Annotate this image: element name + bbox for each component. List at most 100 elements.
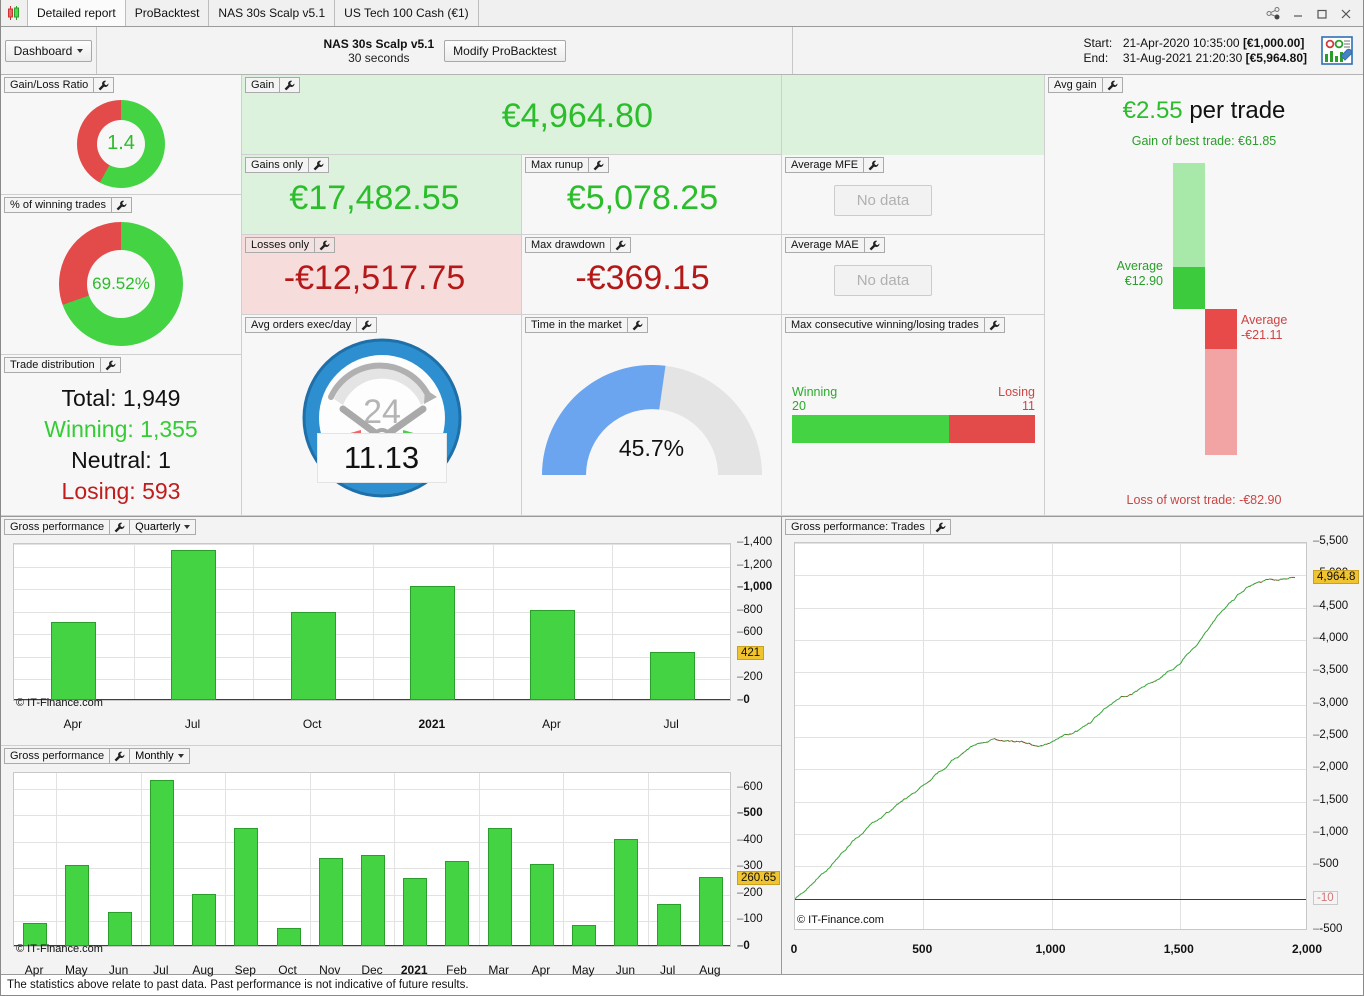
y-axis-tick: –4,000 bbox=[1313, 632, 1349, 644]
y-axis-tick: –200 bbox=[737, 886, 763, 899]
x-axis-tick: Feb bbox=[446, 963, 467, 977]
tab-bar[interactable]: Detailed report ProBacktest NAS 30s Scal… bbox=[27, 0, 479, 26]
panel-title-label: Time in the market bbox=[531, 319, 622, 331]
average-loss-label-group: Average -€21.11 bbox=[1241, 313, 1287, 343]
wrench-icon[interactable] bbox=[626, 318, 647, 332]
panel-trades-chart: Gross performance: Trades –-500–0–500–1,… bbox=[782, 517, 1363, 974]
wrench-icon[interactable] bbox=[587, 158, 608, 172]
time-in-market-value: 45.7% bbox=[618, 435, 685, 461]
modify-probacktest-button[interactable]: Modify ProBacktest bbox=[444, 39, 566, 62]
tab-us-tech-100-cash[interactable]: US Tech 100 Cash (€1) bbox=[334, 0, 479, 26]
average-loss-label: Average bbox=[1241, 313, 1288, 327]
wrench-icon[interactable] bbox=[93, 78, 113, 92]
wrench-icon[interactable] bbox=[1101, 78, 1122, 92]
quarterly-period-dropdown[interactable]: Quarterly bbox=[129, 520, 195, 534]
grid-line bbox=[479, 773, 480, 946]
avg-gain-headline-value: €2.55 bbox=[1122, 97, 1183, 124]
wrench-icon[interactable] bbox=[356, 318, 376, 332]
charts-area: Gross performance Quarterly –0 –200 –400 –6… bbox=[1, 516, 1363, 977]
neutral-label: Neutral: bbox=[71, 447, 152, 473]
gain-bar-column bbox=[1173, 163, 1205, 309]
losing-value: 11 bbox=[1022, 399, 1035, 413]
strategy-timeframe: 30 seconds bbox=[348, 50, 410, 65]
maximize-button[interactable] bbox=[1314, 6, 1329, 21]
panel-avg-orders: Avg orders exec/day 24 11.13 bbox=[242, 315, 522, 516]
x-axis-tick: Apr bbox=[63, 717, 83, 731]
wrench-icon[interactable] bbox=[983, 318, 1004, 332]
x-axis-tick: Sep bbox=[234, 963, 256, 977]
panel-title-label: Max drawdown bbox=[531, 239, 605, 251]
y-axis-tick: –0 bbox=[737, 940, 750, 952]
row-orders-timeinmarket: Avg orders exec/day 24 11.13 Time in the… bbox=[242, 315, 781, 516]
share-icon[interactable] bbox=[1266, 6, 1281, 21]
panel-average-mae: Average MAE No data bbox=[782, 235, 1044, 315]
loss-bar-column bbox=[1205, 309, 1237, 455]
winning-bar bbox=[792, 415, 949, 443]
wrench-icon[interactable] bbox=[99, 358, 120, 372]
monthly-period-label: Monthly bbox=[135, 750, 174, 762]
y-axis-tick: –500 bbox=[737, 807, 763, 820]
wrench-icon[interactable] bbox=[929, 520, 950, 534]
wrench-icon[interactable] bbox=[307, 158, 328, 172]
gain-bar-upper bbox=[1173, 163, 1205, 267]
y-axis-tick: –1,400 bbox=[737, 536, 773, 548]
monthly-copyright: © IT-Finance.com bbox=[16, 943, 103, 955]
chart-bar bbox=[277, 928, 301, 946]
grid-line bbox=[134, 544, 135, 700]
panel-title-label: Avg gain bbox=[1054, 79, 1097, 91]
winning-block: Winning 20 bbox=[792, 385, 837, 413]
average-gain-label: Average bbox=[1116, 259, 1163, 273]
minimize-button[interactable] bbox=[1290, 6, 1305, 21]
wrench-icon[interactable] bbox=[609, 238, 630, 252]
tab-probacktest[interactable]: ProBacktest bbox=[124, 0, 209, 26]
y-axis-tick: –5,500 bbox=[1313, 535, 1349, 547]
panel-title-label: Gross performance: Trades bbox=[791, 521, 925, 533]
grid-line bbox=[14, 611, 730, 613]
chart-bar bbox=[108, 912, 132, 946]
avg-orders-clock-widget: 24 11.13 bbox=[242, 337, 521, 499]
window-controls[interactable] bbox=[1266, 0, 1359, 27]
panel-title-label: Gross performance bbox=[10, 521, 105, 533]
x-axis-tick: 1,000 bbox=[1035, 942, 1066, 956]
wrench-icon[interactable] bbox=[109, 749, 129, 763]
strategy-name: NAS 30s Scalp v5.1 bbox=[323, 36, 435, 51]
losing-label: Losing: bbox=[61, 478, 136, 504]
wrench-icon[interactable] bbox=[863, 238, 884, 252]
application-window: Detailed report ProBacktest NAS 30s Scal… bbox=[0, 0, 1364, 996]
title-bar: Detailed report ProBacktest NAS 30s Scal… bbox=[1, 0, 1363, 27]
y-axis-tick: –1,200 bbox=[737, 558, 773, 571]
y-axis-tick: –1,000 bbox=[737, 581, 773, 594]
wrench-icon[interactable] bbox=[109, 520, 129, 534]
panel-quarterly-chart: Gross performance Quarterly –0–200–400–6… bbox=[1, 517, 781, 746]
x-axis-tick: Apr bbox=[24, 963, 44, 977]
start-label: Start: bbox=[1083, 35, 1113, 50]
winning-pct-donut-body: 69.52% bbox=[1, 195, 241, 354]
wrench-icon[interactable] bbox=[111, 198, 131, 212]
dashboard-dropdown[interactable]: Dashboard bbox=[4, 39, 93, 62]
tab-nas-30s-scalp[interactable]: NAS 30s Scalp v5.1 bbox=[208, 0, 335, 26]
close-button[interactable] bbox=[1338, 6, 1353, 21]
right-column-stats: Average MFE No data Average MAE No data … bbox=[782, 75, 1045, 516]
x-axis-tick: Aug bbox=[192, 963, 214, 977]
x-axis-tick: 2021 bbox=[400, 963, 428, 977]
panel-title-gains-only: Gains only bbox=[245, 157, 329, 173]
tab-detailed-report[interactable]: Detailed report bbox=[27, 0, 125, 26]
equity-curve-line bbox=[795, 576, 1296, 900]
y-axis-tick: –3,000 bbox=[1313, 696, 1349, 709]
panel-title-label: Gains only bbox=[251, 159, 303, 171]
panel-title-trade-distribution: Trade distribution bbox=[4, 357, 121, 373]
monthly-period-dropdown[interactable]: Monthly bbox=[129, 749, 189, 763]
report-settings-icon[interactable] bbox=[1321, 35, 1355, 66]
x-axis-tick: May bbox=[65, 963, 88, 977]
panel-title-max-consecutive: Max consecutive winning/losing trades bbox=[785, 317, 1005, 333]
chart-bar bbox=[171, 550, 216, 700]
x-axis-tick: Jul bbox=[659, 963, 676, 977]
wrench-icon[interactable] bbox=[314, 238, 334, 252]
wrench-icon[interactable] bbox=[863, 158, 883, 172]
panel-title-label: Gross performance bbox=[10, 750, 105, 762]
monthly-plot bbox=[13, 772, 731, 947]
grid-line bbox=[612, 544, 613, 700]
y-axis-tick: –1,500 bbox=[1313, 793, 1349, 806]
wrench-icon[interactable] bbox=[279, 78, 299, 92]
left-column: Gain/Loss Ratio 1.4 % of winning trades … bbox=[1, 75, 242, 516]
